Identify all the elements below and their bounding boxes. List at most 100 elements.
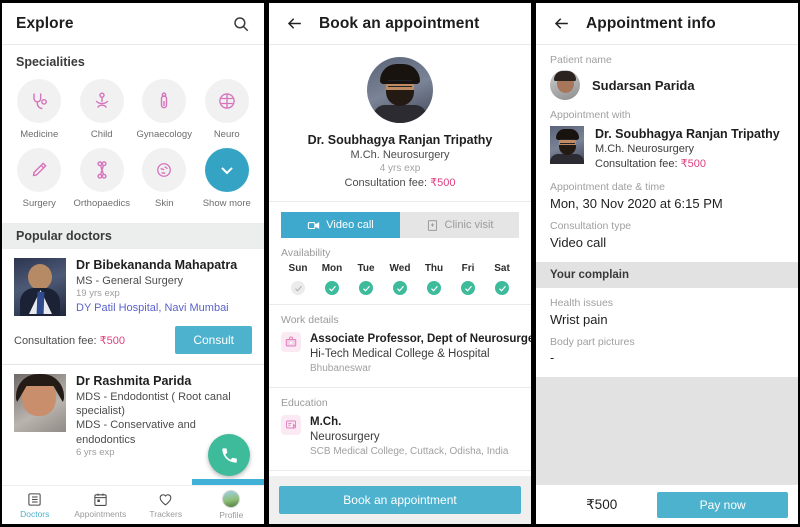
doctor-name: Dr. Soubhagya Ranjan Tripathy <box>307 133 493 147</box>
consultation-fee: Consultation fee: ₹500 <box>595 157 780 172</box>
consultation-type-value: Video call <box>550 234 607 250</box>
avatar-icon <box>222 490 241 508</box>
page-title: Book an appointment <box>319 14 480 32</box>
specialities-grid: Medicine Child Gynaecology Neuro Surgery… <box>2 73 264 223</box>
doctor-qualification: MS - General Surgery <box>76 274 183 287</box>
doctor-avatar <box>550 126 584 164</box>
doctor-card-1[interactable]: Dr Bibekananda Mahapatra MS - General Su… <box>2 249 264 316</box>
speciality-label: Child <box>90 129 113 140</box>
segment-video-call[interactable]: Video call <box>281 212 400 238</box>
education-location: SCB Medical College, Cuttack, Odisha, In… <box>310 446 509 458</box>
availability-grid: Sun Mon Tue Wed Thu Fri Sat <box>269 263 531 305</box>
speciality-skin[interactable]: Skin <box>133 148 196 209</box>
doctor-avatar <box>367 57 433 123</box>
tab-doctors[interactable]: Doctors <box>2 492 68 519</box>
tab-appointments[interactable]: Appointments <box>68 492 134 519</box>
speciality-neuro[interactable]: Neuro <box>196 79 259 140</box>
availability-day-sat[interactable]: Sat <box>485 263 519 295</box>
work-detail-text: Associate Professor, Dept of Neurosurger… <box>310 332 531 377</box>
day-label: Sun <box>288 263 308 274</box>
consultation-type-label: Consultation type <box>550 219 632 232</box>
check-icon <box>461 281 475 295</box>
segment-clinic-visit[interactable]: Clinic visit <box>400 212 519 238</box>
tab-trackers[interactable]: Trackers <box>133 492 199 519</box>
speciality-surgery[interactable]: Surgery <box>8 148 71 209</box>
info-body: Patient name Sudarsan Parida Appointment… <box>536 45 798 524</box>
consultation-mode-segmented-control: Video call Clinic visit <box>269 202 531 238</box>
speciality-label: Show more <box>202 198 251 209</box>
phone-screen-explore: Explore Specialities Medicine Child Gyna… <box>2 3 264 524</box>
availability-day-mon[interactable]: Mon <box>315 263 349 295</box>
phone-screen-book-appointment: Book an appointment Dr. Soubhagya Ranjan… <box>269 3 531 524</box>
doctor-hospital[interactable]: DY Patil Hospital, Navi Mumbai <box>76 301 252 316</box>
consult-button[interactable]: Consult <box>175 326 252 354</box>
phone-call-icon[interactable] <box>208 434 250 476</box>
day-label: Thu <box>424 263 444 274</box>
speciality-show-more[interactable]: Show more <box>196 148 259 209</box>
body-part-pictures-value: - <box>550 350 555 365</box>
fee-label: Consultation fee: <box>14 334 100 347</box>
availability-day-wed[interactable]: Wed <box>383 263 417 295</box>
doctor-1-fee-row: Consultation fee: ₹500 Consult <box>2 316 264 365</box>
day-label: Sat <box>494 263 510 274</box>
fee-amount: ₹500 <box>430 177 456 189</box>
availability-day-thu[interactable]: Thu <box>417 263 451 295</box>
tab-label: Profile <box>219 510 244 520</box>
speciality-medicine[interactable]: Medicine <box>8 79 71 140</box>
segment-label: Video call <box>326 219 374 231</box>
tab-label: Appointments <box>74 508 127 519</box>
tab-label: Doctors <box>20 508 50 519</box>
stethoscope-icon <box>17 79 62 123</box>
doctor-qualification: M.Ch. Neurosurgery <box>350 149 450 161</box>
check-icon <box>325 281 339 295</box>
education-title: M.Ch. <box>310 415 342 428</box>
doctor-name: Dr. Soubhagya Ranjan Tripathy <box>595 127 780 141</box>
explore-body: Specialities Medicine Child Gynaecology … <box>2 45 264 524</box>
doctor-qualification: M.Ch. Neurosurgery <box>595 143 695 156</box>
clinic-building-icon <box>426 219 439 232</box>
day-label: Fri <box>461 263 475 274</box>
phone-screen-appointment-info: Appointment info Patient name Sudarsan P… <box>536 3 798 524</box>
medical-bag-icon <box>281 332 301 352</box>
scalpel-icon <box>17 148 62 192</box>
body-part-pictures-label: Body part pictures <box>550 335 635 348</box>
doctor-name: Dr Bibekananda Mahapatra <box>76 258 238 272</box>
page-title: Appointment info <box>586 14 716 32</box>
appointment-summary-card: Patient name Sudarsan Parida Appointment… <box>536 45 798 262</box>
work-details-section: Work details Associate Professor, Dept o… <box>269 305 531 388</box>
doctor-info: Dr. Soubhagya Ranjan Tripathy M.Ch. Neur… <box>595 126 780 172</box>
back-arrow-icon[interactable] <box>283 13 305 35</box>
speciality-gynaecology[interactable]: Gynaecology <box>133 79 196 140</box>
speciality-label: Medicine <box>20 129 59 140</box>
check-icon <box>495 281 509 295</box>
appointment-with-label: Appointment with <box>550 109 631 121</box>
education-detail-row: M.Ch. Neurosurgery SCB Medical College, … <box>281 414 519 460</box>
book-body: Dr. Soubhagya Ranjan Tripathy M.Ch. Neur… <box>269 45 531 524</box>
back-arrow-icon[interactable] <box>550 13 572 35</box>
popular-doctors-heading: Popular doctors <box>2 223 264 249</box>
speciality-orthopaedics[interactable]: Orthopaedics <box>71 148 134 209</box>
tab-profile[interactable]: Profile <box>199 490 265 520</box>
availability-day-tue[interactable]: Tue <box>349 263 383 295</box>
doctor-name: Dr Rashmita Parida <box>76 374 192 388</box>
search-icon[interactable] <box>232 15 250 33</box>
patient-avatar <box>550 70 580 100</box>
book-appointment-button[interactable]: Book an appointment <box>279 486 521 514</box>
speciality-child[interactable]: Child <box>71 79 134 140</box>
heart-icon <box>158 492 173 507</box>
check-icon <box>393 281 407 295</box>
datetime-value: Mon, 30 Nov 2020 at 6:15 PM <box>550 195 723 211</box>
info-appbar: Appointment info <box>536 3 798 45</box>
day-label: Mon <box>321 263 343 274</box>
section-label: Work details <box>281 314 339 326</box>
datetime-label: Appointment date & time <box>550 180 665 193</box>
work-title: Associate Professor, Dept of Neurosurger… <box>310 333 531 345</box>
availability-day-fri[interactable]: Fri <box>451 263 485 295</box>
doctor-hero: Dr. Soubhagya Ranjan Tripathy M.Ch. Neur… <box>269 45 531 202</box>
education-subtitle: Neurosurgery <box>310 430 380 443</box>
video-camera-icon <box>307 219 320 232</box>
doctor-info: Dr Bibekananda Mahapatra MS - General Su… <box>76 258 252 316</box>
speciality-label: Surgery <box>22 198 56 209</box>
pay-now-button[interactable]: Pay now <box>657 491 788 518</box>
availability-day-sun[interactable]: Sun <box>281 263 315 295</box>
